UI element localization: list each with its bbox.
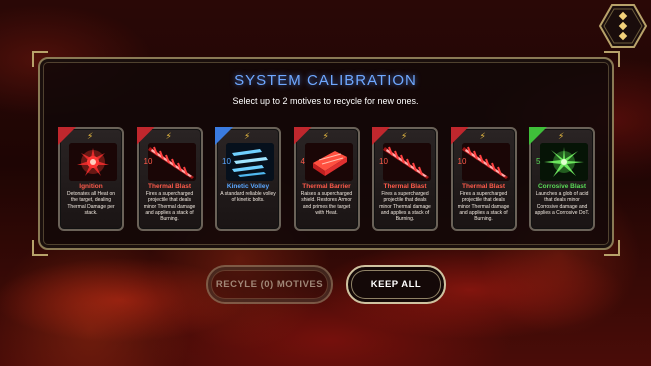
lightning-bolt-icon: ⚡ <box>479 132 486 142</box>
menu-button[interactable] <box>598 3 648 49</box>
card-level: 10 <box>457 157 467 166</box>
red-spike-beam-icon <box>461 143 510 181</box>
motive-card-list: ⚡ Ignition Detonates all Heat on the targe… <box>58 127 598 233</box>
card-level: 5 <box>536 157 541 166</box>
card-description: Fires a supercharged projectile that dea… <box>457 191 510 222</box>
lightning-bolt-icon: ⚡ <box>244 132 251 142</box>
panel-subtitle: Select up to 2 motives to recycle for ne… <box>232 96 419 106</box>
card-description: Fires a supercharged projectile that dea… <box>379 191 431 222</box>
panel-corner-ornament <box>604 51 620 67</box>
lightning-bolt-icon: ⚡ <box>87 132 94 142</box>
card-level: 4 <box>300 157 305 166</box>
recycle-motives-button[interactable]: RECYLE (0) MOTIVES <box>206 265 333 304</box>
lightning-bolt-icon: ⚡ <box>165 132 172 142</box>
card-name: Thermal Barrier <box>302 183 351 190</box>
motive-card[interactable]: ⚡ 10 Thermal Blast Fires a supercharged pro… <box>450 127 517 231</box>
card-description: Detonates all Heat on the target, dealin… <box>66 191 116 216</box>
card-name: Thermal Blast <box>462 183 505 190</box>
panel-corner-ornament <box>32 240 48 256</box>
red-spike-beam-icon <box>147 143 196 181</box>
motive-card[interactable]: ⚡ 5 Corrosive Blast Launches a glob of acid… <box>529 127 595 231</box>
motive-card[interactable]: ⚡ 10 Thermal Blast Fires a supercharged pro… <box>372 127 438 231</box>
card-name: Thermal Blast <box>383 183 427 190</box>
panel-corner-ornament <box>32 51 48 67</box>
red-spike-beam-icon <box>383 143 431 181</box>
card-description: Fires a supercharged projectile that dea… <box>143 191 196 222</box>
lightning-bolt-icon: ⚡ <box>401 132 408 142</box>
card-level: 10 <box>143 157 153 166</box>
motive-card[interactable]: ⚡ 4 Thermal Barrier Raises a supercharged s… <box>293 127 360 231</box>
motive-card[interactable]: ⚡ 10 Kinetic Volley A standard reliable vol… <box>215 127 281 231</box>
lightning-bolt-icon: ⚡ <box>558 132 565 142</box>
card-level: 10 <box>379 157 388 166</box>
vertical-dots-icon <box>618 11 628 41</box>
keep-all-button[interactable]: KEEP ALL <box>346 265 446 304</box>
card-description: Raises a supercharged shield. Restores A… <box>300 191 353 216</box>
card-description: Launches a glob of acid that deals minor… <box>534 191 590 216</box>
green-acid-burst-icon <box>540 143 588 181</box>
card-name: Kinetic Volley <box>226 183 270 190</box>
card-description: A standard reliable volley of kinetic bo… <box>220 191 276 204</box>
card-name: Thermal Blast <box>148 183 191 190</box>
panel-corner-ornament <box>604 240 620 256</box>
card-level: 10 <box>222 157 231 166</box>
blue-volley-icon <box>226 143 274 181</box>
card-name: Corrosive Blast <box>537 183 587 190</box>
red-burst-icon <box>69 143 117 181</box>
card-name: Ignition <box>79 183 103 190</box>
motive-card[interactable]: ⚡ 10 Thermal Blast Fires a supercharged pro… <box>136 127 203 231</box>
lightning-bolt-icon: ⚡ <box>322 132 329 142</box>
panel-title: SYSTEM CALIBRATION <box>234 72 417 89</box>
red-barrier-icon <box>304 143 353 181</box>
motive-card[interactable]: ⚡ Ignition Detonates all Heat on the targe… <box>58 127 124 231</box>
